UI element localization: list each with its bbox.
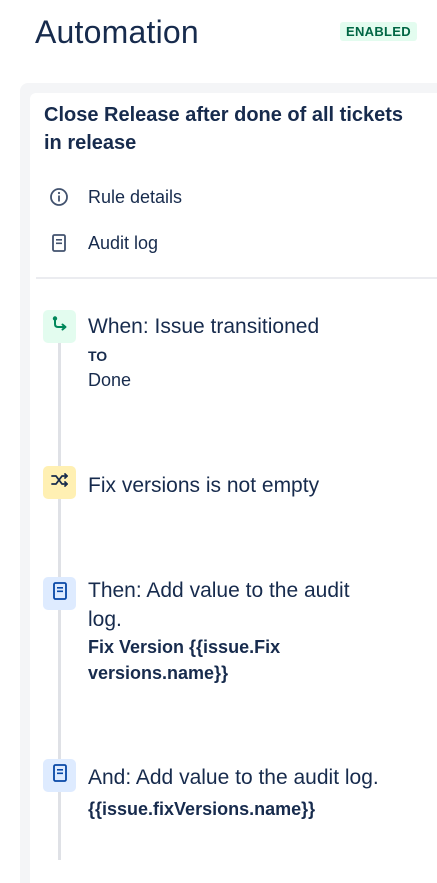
info-icon xyxy=(48,186,70,208)
action-step-icon[interactable] xyxy=(43,577,76,610)
document-icon xyxy=(51,581,69,606)
trigger-step-sub-label: TO xyxy=(88,348,108,364)
menu-item-label: Rule details xyxy=(88,186,183,207)
action-step-detail: Fix Version {{issue.Fix versions.name}} xyxy=(88,637,281,683)
action-step-title[interactable]: And: Add value to the audit log. xyxy=(88,763,418,792)
trigger-step-sub-value: Done xyxy=(88,370,132,390)
document-icon xyxy=(51,763,69,788)
condition-step-icon[interactable] xyxy=(43,466,76,499)
trigger-step-title[interactable]: When: Issue transitioned xyxy=(88,312,319,341)
action-step-icon[interactable] xyxy=(43,759,76,792)
rule-title: Close Release after done of all tickets … xyxy=(44,104,404,154)
trigger-step-icon[interactable] xyxy=(43,310,76,343)
divider xyxy=(36,277,437,279)
transition-icon xyxy=(50,314,70,339)
document-icon xyxy=(48,232,70,254)
condition-step-title[interactable]: Fix versions is not empty xyxy=(88,471,319,500)
shuffle-icon xyxy=(50,470,70,495)
menu-item-label: Audit log xyxy=(88,232,159,253)
menu-item-audit-log[interactable]: Audit log xyxy=(48,230,158,256)
action-step-title[interactable]: Then: Add value to the audit log. xyxy=(88,576,378,634)
menu-item-rule-details[interactable]: Rule details xyxy=(48,184,182,210)
action-step-detail: {{issue.fixVersions.name}} xyxy=(88,799,316,819)
page-title: Automation xyxy=(35,14,199,50)
status-badge: ENABLED xyxy=(340,22,417,41)
